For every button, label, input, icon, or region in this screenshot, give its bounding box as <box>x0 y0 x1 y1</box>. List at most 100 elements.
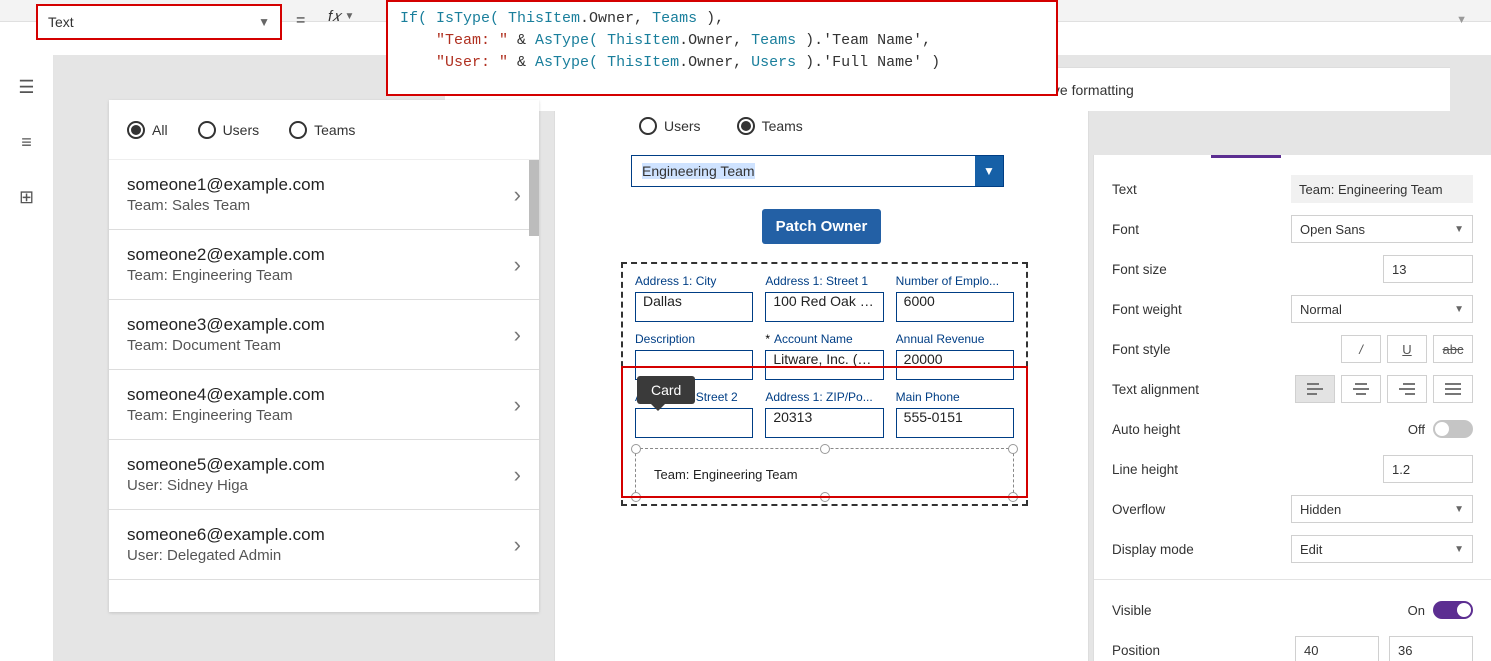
equals-sign: = <box>296 12 305 30</box>
selected-card-text: Team: Engineering Team <box>654 467 798 482</box>
formula-expand-chevron[interactable]: ▼ <box>1456 14 1467 26</box>
prop-font-select[interactable]: Open Sans ▼ <box>1291 215 1473 243</box>
align-left-button[interactable] <box>1295 375 1335 403</box>
tok: AsType( <box>535 54 607 71</box>
prop-displaymode-select[interactable]: Edit ▼ <box>1291 535 1473 563</box>
list-item[interactable]: someone5@example.com User: Sidney Higa › <box>109 440 539 510</box>
prop-font-value: Open Sans <box>1300 222 1365 237</box>
tok <box>400 32 436 49</box>
scrollbar-thumb[interactable] <box>529 160 539 236</box>
filter-users[interactable]: Users <box>198 121 260 139</box>
field-input-phone[interactable]: 555-0151 <box>896 408 1014 438</box>
tok: ).'Team Name', <box>796 32 931 49</box>
field-label-street1: Address 1: Street 1 <box>765 274 883 288</box>
list-item[interactable]: someone1@example.comTeam: Sales Team › <box>109 160 539 230</box>
prop-fontstyle-label: Font style <box>1112 342 1171 357</box>
patch-owner-button[interactable]: Patch Owner <box>762 209 882 244</box>
prop-autoheight-label: Auto height <box>1112 422 1180 437</box>
selected-card[interactable]: Team: Engineering Team <box>635 448 1014 498</box>
fx-label[interactable]: f𝑥 ▼ <box>328 8 354 25</box>
tok: .Owner, <box>580 10 652 27</box>
field-input-city[interactable]: Dallas <box>635 292 753 322</box>
align-center-button[interactable] <box>1341 375 1381 403</box>
components-icon[interactable]: ⊞ <box>19 187 34 208</box>
owner-type-radio-group: Users Teams <box>579 117 1064 135</box>
prop-text-value[interactable]: Team: Engineering Team <box>1291 175 1473 203</box>
tok: .Owner, <box>679 54 751 71</box>
list-item[interactable]: someone6@example.comUser: Delegated Admi… <box>109 510 539 580</box>
radio-users[interactable]: Users <box>639 117 701 135</box>
field-input-employees[interactable]: 6000 <box>896 292 1014 322</box>
edit-form: Address 1: City Dallas Address 1: Street… <box>621 262 1028 506</box>
team-dropdown-value: Engineering Team <box>632 156 975 186</box>
list-email: someone3@example.com <box>127 315 325 335</box>
prop-position-label: Position <box>1112 643 1160 658</box>
field-input-zip[interactable]: 20313 <box>765 408 883 438</box>
field-input-revenue[interactable]: 20000 <box>896 350 1014 380</box>
layers-icon[interactable]: ≡ <box>21 132 32 153</box>
prop-fontsize-input[interactable]: 13 <box>1383 255 1473 283</box>
list-item[interactable]: someone3@example.comTeam: Document Team … <box>109 300 539 370</box>
list-item[interactable]: someone4@example.comTeam: Engineering Te… <box>109 370 539 440</box>
prop-lineheight-input[interactable]: 1.2 <box>1383 455 1473 483</box>
tok: ).'Full Name' ) <box>796 54 940 71</box>
prop-overflow-select[interactable]: Hidden ▼ <box>1291 495 1473 523</box>
tok: Teams <box>751 32 796 49</box>
field-input-street1[interactable]: 100 Red Oak Lane <box>765 292 883 322</box>
chevron-down-icon: ▼ <box>258 15 270 29</box>
list-email: someone5@example.com <box>127 455 325 475</box>
tok: ThisItem <box>607 54 679 71</box>
chevron-down-icon: ▼ <box>1454 304 1464 315</box>
chevron-right-icon: › <box>514 182 521 208</box>
hamburger-icon[interactable]: ☰ <box>18 77 34 98</box>
prop-autoheight-value: Off <box>1408 422 1425 437</box>
visible-toggle[interactable] <box>1433 601 1473 619</box>
formula-editor[interactable]: If( IsType( ThisItem.Owner, Teams ), "Te… <box>386 0 1058 96</box>
prop-position-x[interactable]: 40 <box>1295 636 1379 661</box>
list-owner: User: Delegated Admin <box>127 547 325 564</box>
align-justify-button[interactable] <box>1433 375 1473 403</box>
prop-overflow-value: Hidden <box>1300 502 1341 517</box>
chevron-down-icon: ▼ <box>975 156 1003 186</box>
chevron-down-icon: ▼ <box>1454 544 1464 555</box>
property-dropdown-value: Text <box>48 14 74 30</box>
prop-fontweight-label: Font weight <box>1112 302 1182 317</box>
radio-icon <box>289 121 307 139</box>
prop-fontsize-label: Font size <box>1112 262 1167 277</box>
filter-teams[interactable]: Teams <box>289 121 355 139</box>
filter-teams-label: Teams <box>314 122 355 138</box>
list-owner: Team: Document Team <box>127 337 325 354</box>
italic-button[interactable]: / <box>1341 335 1381 363</box>
prop-fontweight-select[interactable]: Normal ▼ <box>1291 295 1473 323</box>
list-item[interactable]: someone2@example.comTeam: Engineering Te… <box>109 230 539 300</box>
radio-users-label: Users <box>664 118 701 134</box>
chevron-right-icon: › <box>514 322 521 348</box>
prop-lineheight-label: Line height <box>1112 462 1178 477</box>
strikethrough-button[interactable]: abc <box>1433 335 1473 363</box>
list-owner: User: Sidney Higa <box>127 477 325 494</box>
field-input-account-name[interactable]: Litware, Inc. (sample) <box>765 350 883 380</box>
property-dropdown[interactable]: Text ▼ <box>36 4 282 40</box>
radio-icon <box>737 117 755 135</box>
underline-button[interactable]: U <box>1387 335 1427 363</box>
auto-height-toggle[interactable] <box>1433 420 1473 438</box>
team-dropdown[interactable]: Engineering Team ▼ <box>631 155 1004 187</box>
filter-all-label: All <box>152 122 168 138</box>
align-right-button[interactable] <box>1387 375 1427 403</box>
tok: "User: " <box>436 54 508 71</box>
list-email: someone1@example.com <box>127 175 325 195</box>
radio-icon <box>198 121 216 139</box>
radio-teams[interactable]: Teams <box>737 117 803 135</box>
chevron-right-icon: › <box>514 392 521 418</box>
filter-all[interactable]: All <box>127 121 168 139</box>
prop-overflow-label: Overflow <box>1112 502 1165 517</box>
field-label-employees: Number of Emplo... <box>896 274 1014 288</box>
tok: If( IsType( <box>400 10 508 27</box>
prop-fontweight-value: Normal <box>1300 302 1342 317</box>
properties-panel: Text Team: Engineering Team Font Open Sa… <box>1093 155 1491 661</box>
prop-position-y[interactable]: 36 <box>1389 636 1473 661</box>
field-input-street2[interactable] <box>635 408 753 438</box>
chevron-right-icon: › <box>514 462 521 488</box>
gallery-card: All Users Teams someone1@example.comTeam… <box>109 100 539 612</box>
detail-inner: Users Teams Engineering Team ▼ Patch Own… <box>555 101 1088 506</box>
